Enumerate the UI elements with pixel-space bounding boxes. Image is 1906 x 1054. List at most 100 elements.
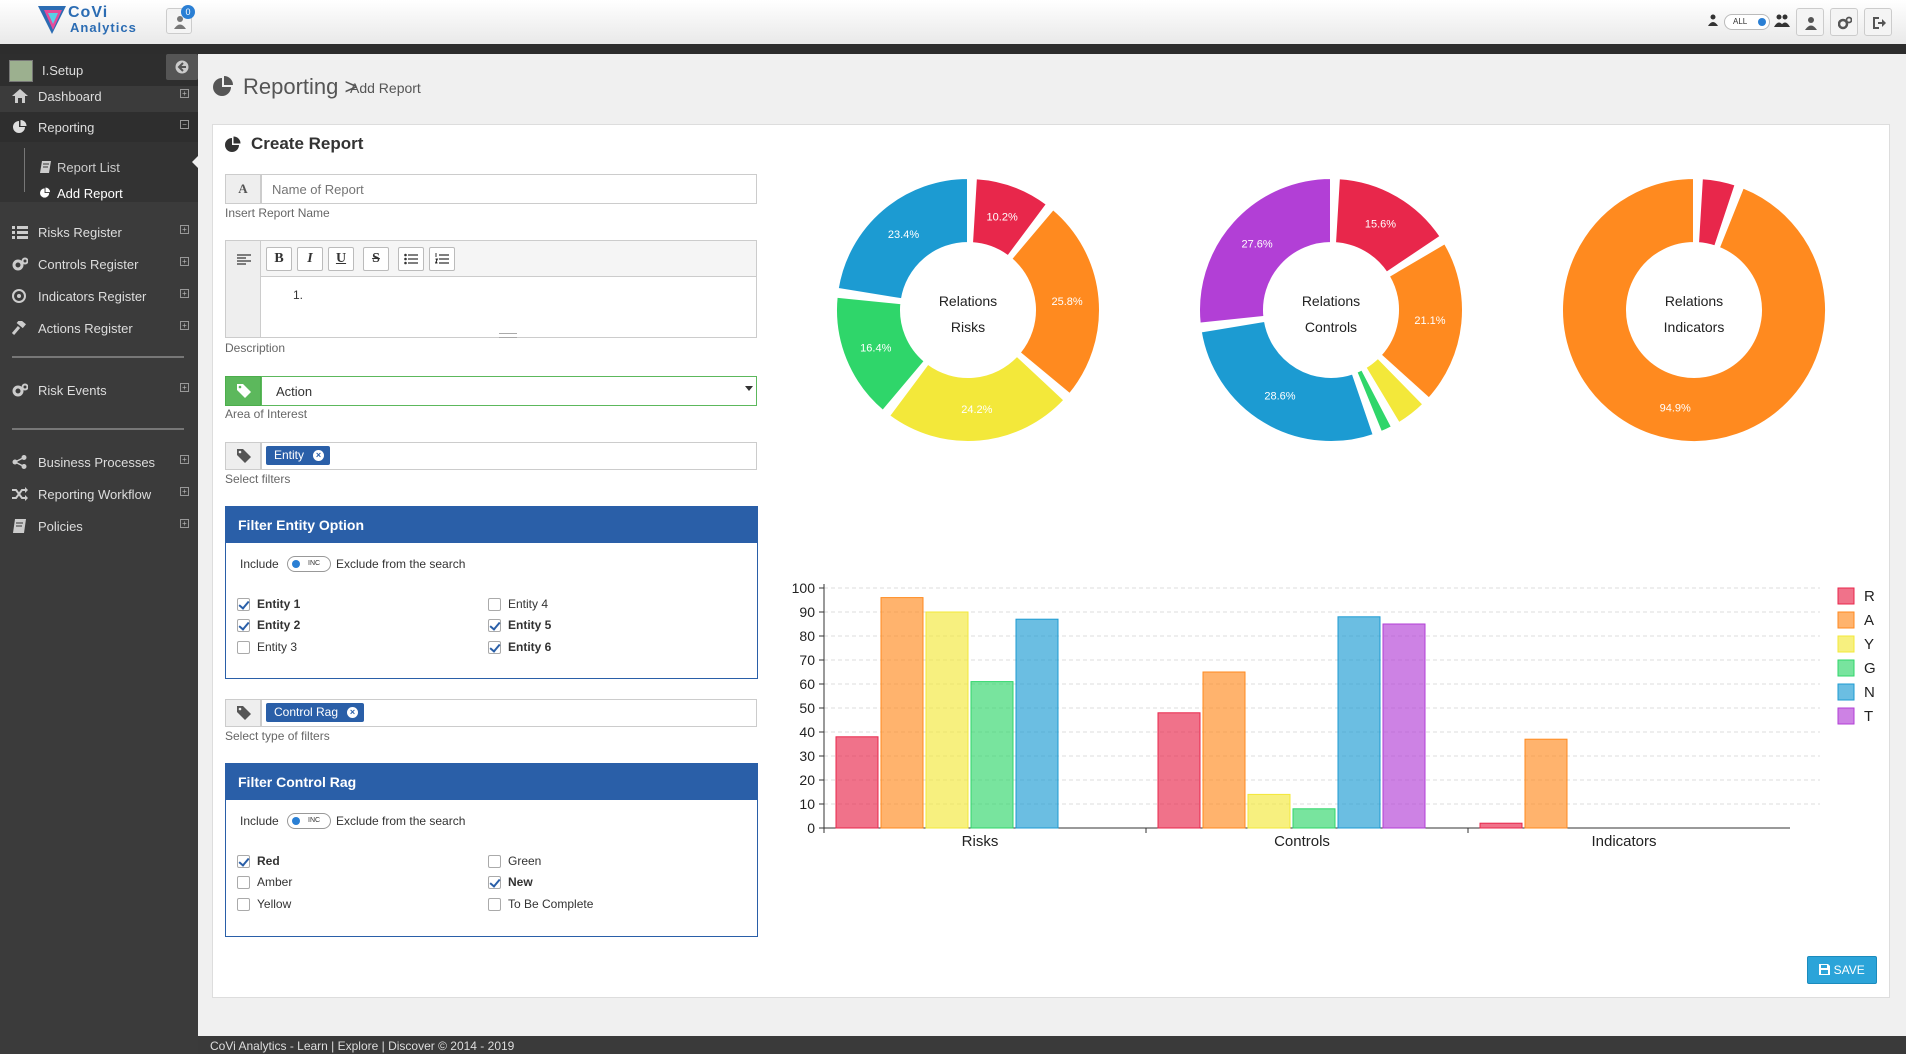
- checkbox-label: Entity 3: [257, 640, 298, 654]
- sidebar-item-risk-events[interactable]: Risk Events +: [0, 375, 198, 405]
- list-icon: [12, 226, 28, 239]
- numbered-list-button[interactable]: [429, 247, 455, 271]
- legend-swatch-t[interactable]: [1837, 707, 1855, 725]
- report-name-input[interactable]: [261, 174, 757, 204]
- editor-toolbar: B I U S: [261, 241, 756, 277]
- include-label: Include: [240, 557, 279, 571]
- checkbox-label: Amber: [257, 875, 293, 889]
- bar-risks-a[interactable]: [880, 597, 924, 829]
- checkbox-box[interactable]: [237, 641, 250, 654]
- sidebar-item-policies[interactable]: Policies +: [0, 511, 198, 541]
- sidebar-item-actions-register[interactable]: Actions Register +: [0, 313, 198, 343]
- expand-icon: +: [180, 383, 189, 392]
- checkbox-box[interactable]: [488, 855, 501, 868]
- bold-button[interactable]: B: [266, 247, 292, 271]
- bar-indicators-r[interactable]: [1479, 822, 1523, 829]
- bar-controls-n[interactable]: [1337, 616, 1381, 829]
- share-icon: [12, 455, 27, 469]
- donut-slice-a[interactable]: [1561, 176, 1827, 443]
- checkbox-box[interactable]: [237, 598, 250, 611]
- legend-label: A: [1864, 612, 1874, 629]
- checkbox-box[interactable]: [237, 876, 250, 889]
- checkbox-box[interactable]: [488, 619, 501, 632]
- name-help: Insert Report Name: [225, 206, 330, 220]
- profile-button[interactable]: [1796, 8, 1824, 36]
- filter-type-help: Select type of filters: [225, 729, 330, 743]
- settings-button[interactable]: [1830, 8, 1858, 36]
- sidebar-item-business-processes[interactable]: Business Processes +: [0, 447, 198, 477]
- home-icon: [12, 89, 28, 103]
- notification-count-badge: 0: [181, 5, 195, 19]
- filters-input[interactable]: [261, 442, 757, 470]
- remove-tag-icon[interactable]: ×: [347, 707, 359, 718]
- checkbox-box[interactable]: [488, 876, 501, 889]
- checkbox-box[interactable]: [488, 641, 501, 654]
- donut-slice-label: 15.6%: [1365, 219, 1396, 231]
- y-tick-label: 100: [792, 580, 816, 596]
- footer: CoVi Analytics - Learn | Explore | Disco…: [198, 1036, 1906, 1054]
- bar-controls-a[interactable]: [1202, 671, 1246, 829]
- sidebar-item-reporting[interactable]: Reporting −: [0, 112, 198, 142]
- sidebar-subitem-report-list[interactable]: Report List: [0, 155, 198, 179]
- checkbox-label: Entity 6: [508, 640, 552, 654]
- bullet-list-button[interactable]: [398, 247, 424, 271]
- sidebar-item-label: Policies: [38, 519, 83, 534]
- donut-slice-n[interactable]: [1199, 319, 1375, 443]
- sidebar-item-controls-register[interactable]: Controls Register +: [0, 249, 198, 279]
- legend-swatch-g[interactable]: [1837, 659, 1855, 677]
- pie-chart-icon: [225, 136, 241, 152]
- italic-button[interactable]: I: [297, 247, 323, 271]
- book-icon: [40, 161, 51, 173]
- bar-risks-y[interactable]: [925, 611, 969, 829]
- y-tick-label: 0: [807, 820, 815, 836]
- legend-swatch-a[interactable]: [1837, 611, 1855, 629]
- save-button[interactable]: SAVE: [1807, 956, 1877, 984]
- area-help: Area of Interest: [225, 407, 308, 421]
- bar-controls-y[interactable]: [1247, 793, 1291, 829]
- checkbox-box[interactable]: [237, 898, 250, 911]
- bar-indicators-a[interactable]: [1524, 738, 1568, 829]
- gears-icon: [12, 257, 28, 271]
- bar-risks-n[interactable]: [1015, 618, 1059, 829]
- bar-risks-g[interactable]: [970, 681, 1014, 829]
- bar-controls-r[interactable]: [1157, 712, 1201, 829]
- checkbox-box[interactable]: [237, 619, 250, 632]
- expand-icon: +: [180, 321, 189, 330]
- include-exclude-switch[interactable]: INC: [287, 813, 331, 829]
- sidebar-item-reporting-workflow[interactable]: Reporting Workflow +: [0, 479, 198, 509]
- bar-risks-r[interactable]: [835, 736, 879, 829]
- sidebar-item-label: Dashboard: [38, 89, 102, 104]
- sidebar-item-risks-register[interactable]: Risks Register +: [0, 217, 198, 247]
- scope-toggle[interactable]: ALL: [1724, 14, 1770, 30]
- legend-swatch-n[interactable]: [1837, 683, 1855, 701]
- resize-grip[interactable]: [499, 333, 517, 338]
- name-addon: A: [225, 174, 261, 204]
- bar-controls-g[interactable]: [1292, 808, 1336, 829]
- breadcrumb-current: Add Report: [350, 80, 421, 96]
- strikethrough-button[interactable]: S: [363, 247, 389, 271]
- checkbox-label: Entity 4: [508, 597, 549, 611]
- checkbox-box[interactable]: [488, 598, 501, 611]
- logout-button[interactable]: [1864, 8, 1892, 36]
- sidebar-item-label: Controls Register: [38, 257, 139, 272]
- filter-tag[interactable]: Entity ×: [266, 446, 331, 465]
- sidebar-item-dashboard[interactable]: Dashboard +: [0, 81, 198, 111]
- sidebar-item-label: Reporting: [38, 120, 95, 135]
- sidebar-collapse-button[interactable]: [166, 54, 198, 80]
- legend-swatch-y[interactable]: [1837, 635, 1855, 653]
- checkbox-box[interactable]: [237, 855, 250, 868]
- bar-controls-t[interactable]: [1382, 623, 1426, 829]
- include-exclude-switch[interactable]: INC: [287, 556, 331, 572]
- underline-button[interactable]: U: [328, 247, 354, 271]
- area-of-interest-select[interactable]: Action: [261, 376, 757, 406]
- filter-type-tag[interactable]: Control Rag ×: [266, 703, 365, 722]
- sidebar-subitem-label: Report List: [57, 160, 120, 175]
- sidebar-item-indicators-register[interactable]: Indicators Register +: [0, 281, 198, 311]
- checkbox-label: Entity 1: [257, 597, 301, 611]
- legend-swatch-r[interactable]: [1837, 587, 1855, 605]
- remove-tag-icon[interactable]: ×: [313, 450, 325, 461]
- sidebar-subitem-add-report[interactable]: Add Report: [0, 181, 198, 205]
- gears-icon: [1838, 16, 1852, 30]
- editor-content[interactable]: 1.: [293, 288, 303, 302]
- checkbox-box[interactable]: [488, 898, 501, 911]
